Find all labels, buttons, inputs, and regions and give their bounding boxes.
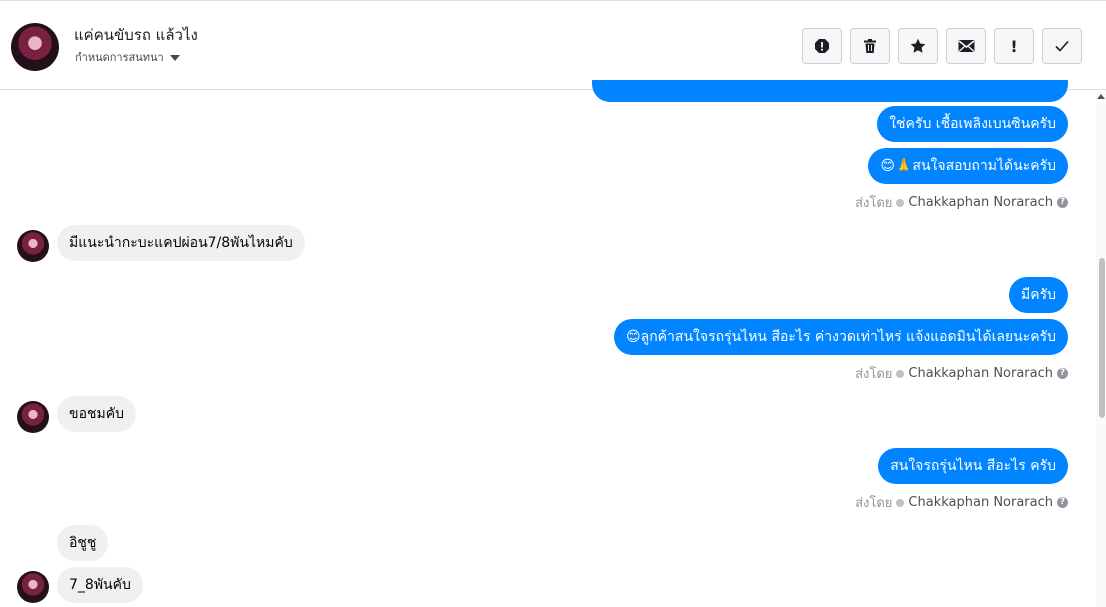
alert-circle-icon [815,39,829,53]
help-icon[interactable]: ? [1057,197,1068,208]
sent-by-label: ส่งโดย [855,367,893,382]
sent-by-line: ส่งโดย Chakkaphan Norarach ? [855,363,1068,384]
mark-spam-button[interactable] [802,28,842,64]
envelope-icon [958,40,974,52]
outgoing-message: มีครับ [1009,277,1068,313]
incoming-message: ขอชมคับ [57,396,136,432]
contact-name[interactable]: แค่คนขับรถ แล้วไง [74,23,198,47]
help-icon[interactable]: ? [1057,368,1068,379]
sent-by-line: ส่งโดย Chakkaphan Norarach ? [855,192,1068,213]
help-icon[interactable]: ? [1057,497,1068,508]
sender-name[interactable]: Chakkaphan Norarach [908,495,1053,510]
incoming-message: อิชูชู [57,525,109,561]
page-badge-icon [896,369,905,378]
assign-conversation-label: กำหนดการสนทนา [75,51,164,64]
sent-by-label: ส่งโดย [855,196,893,211]
outgoing-message: 😊🙏สนใจสอบถามได้นะครับ [868,148,1068,184]
outgoing-message: ใช่ครับ เชื้อเพลิงเบนซินครับ [877,106,1068,142]
exclamation-icon: ! [1010,36,1018,56]
outgoing-message-partial [592,80,1068,102]
mark-done-button[interactable] [1042,28,1082,64]
outgoing-message: สนใจรถรุ่นไหน สีอะไร ครับ [878,448,1068,484]
caret-down-icon [169,54,180,61]
page-badge-icon [896,198,905,207]
star-icon [910,38,926,53]
star-button[interactable] [898,28,938,64]
page-badge-icon [896,498,905,507]
scrollbar-thumb[interactable] [1099,258,1105,418]
contact-avatar-small [17,571,49,603]
scroll-up-arrow-icon[interactable] [1097,94,1105,99]
assign-conversation-dropdown[interactable]: กำหนดการสนทนา [75,48,180,66]
checkmark-icon [1055,40,1069,52]
contact-avatar[interactable] [11,23,59,71]
contact-avatar-small [17,230,49,262]
contact-avatar-small [17,401,49,433]
follow-up-button[interactable]: ! [994,28,1034,64]
mark-unread-button[interactable] [946,28,986,64]
sent-by-label: ส่งโดย [855,496,893,511]
delete-button[interactable] [850,28,890,64]
sender-name[interactable]: Chakkaphan Norarach [908,366,1053,381]
conversation-header: แค่คนขับรถ แล้วไง กำหนดการสนทนา ! [0,0,1106,90]
outgoing-message: 😊ลูกค้าสนใจรถรุ่นไหน สีอะไร ค่างวดเท่าไห… [614,319,1068,355]
incoming-message: มีแนะนำกะบะแคปผ่อน7/8พันไหมคับ [57,225,305,261]
trash-icon [864,39,876,53]
sender-name[interactable]: Chakkaphan Norarach [908,195,1053,210]
incoming-message: 7_8พันคับ [57,567,143,603]
sent-by-line: ส่งโดย Chakkaphan Norarach ? [855,492,1068,513]
